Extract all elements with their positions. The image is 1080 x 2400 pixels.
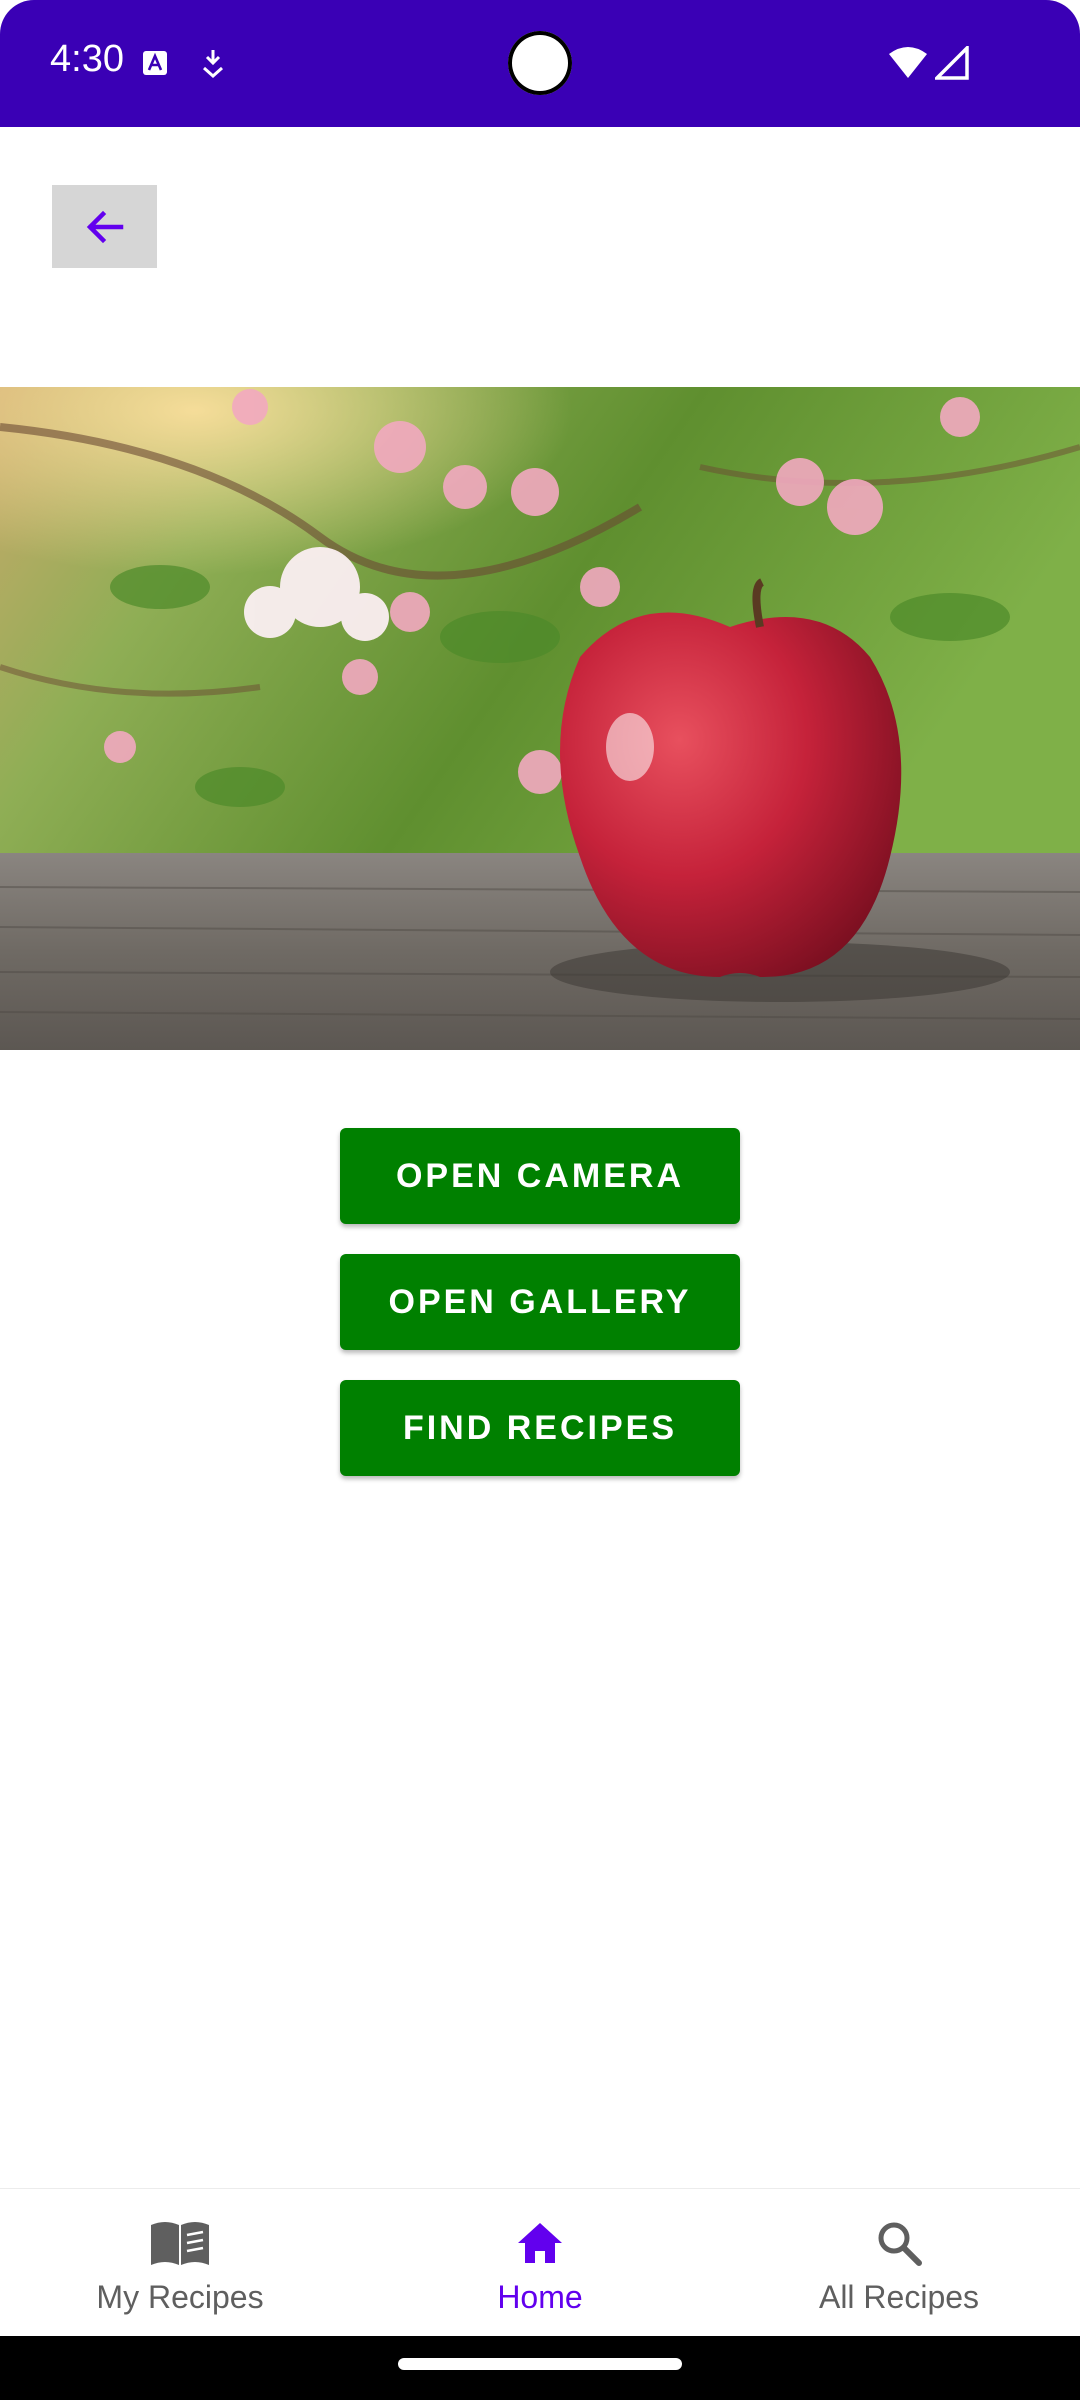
camera-cutout [508, 31, 572, 95]
open-gallery-button[interactable]: OPEN GALLERY [340, 1254, 740, 1350]
apple-image [0, 387, 1080, 1050]
nav-item-all-recipes[interactable]: All Recipes [749, 2189, 1049, 2337]
back-button[interactable] [52, 185, 157, 268]
a-notification-icon [143, 51, 167, 75]
book-icon [151, 2222, 209, 2265]
bottom-navigation: My Recipes Home All Recipes [0, 2188, 1080, 2337]
status-bar: 4:30 [0, 0, 1080, 127]
cell-signal-icon [935, 46, 969, 80]
search-icon [878, 2222, 922, 2266]
home-icon [518, 2223, 562, 2263]
nav-label-all-recipes: All Recipes [818, 2279, 980, 2315]
nav-item-my-recipes[interactable]: My Recipes [30, 2189, 330, 2337]
system-navigation-bar [0, 2336, 1080, 2400]
nav-label-my-recipes: My Recipes [96, 2279, 264, 2315]
status-time: 4:30 [50, 38, 124, 80]
open-camera-button[interactable]: OPEN CAMERA [340, 1128, 740, 1224]
arrow-back-icon [86, 210, 123, 243]
home-gesture-handle[interactable] [398, 2358, 682, 2370]
nav-item-home[interactable]: Home [390, 2189, 690, 2337]
wifi-icon [889, 47, 927, 78]
find-recipes-button[interactable]: FIND RECIPES [340, 1380, 740, 1476]
download-icon [203, 50, 223, 78]
nav-label-home: Home [497, 2279, 583, 2315]
